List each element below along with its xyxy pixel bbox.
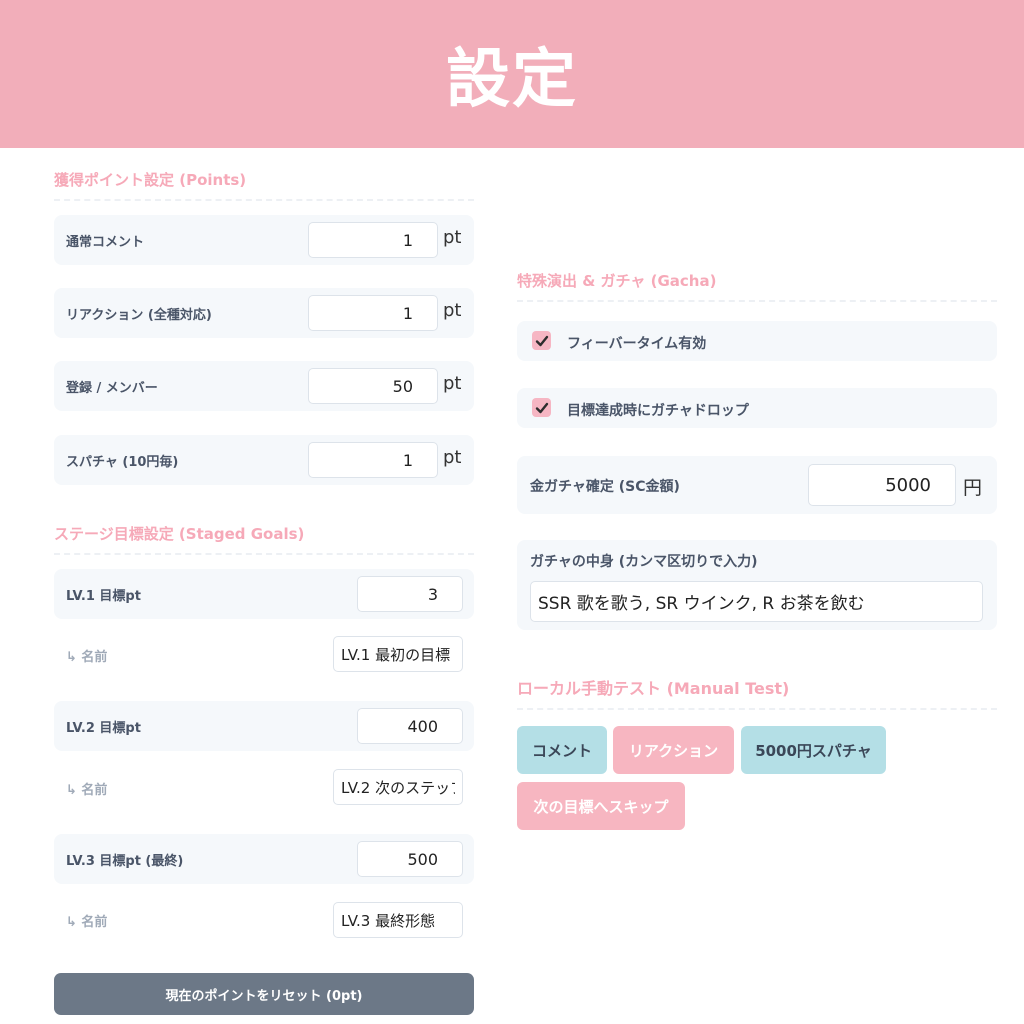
goal-lv1-name-label: ↳ 名前 [66,650,108,665]
goals-section-title: ステージ目標設定 (Staged Goals) [54,523,474,555]
goal-lv1-name-input[interactable] [333,636,463,672]
test-reaction-button[interactable]: リアクション [613,726,734,774]
fever-checkbox[interactable] [532,331,551,350]
gacha-section-title: 特殊演出 & ガチャ (Gacha) [517,270,997,302]
goal-row-lv3: LV.3 目標pt (最終) [54,834,474,884]
points-superchat-label: スパチャ (10円毎) [66,455,179,470]
points-row-reaction: リアクション (全種対応) pt [54,288,474,338]
points-reaction-label: リアクション (全種対応) [66,308,212,323]
points-member-label: 登録 / メンバー [66,381,158,396]
gacha-contents-input[interactable] [530,581,983,622]
goal-lv3-name-input[interactable] [333,902,463,938]
points-reaction-unit: pt [443,300,462,321]
goal-row-lv1: LV.1 目標pt [54,569,474,619]
manual-test-section-title: ローカル手動テスト (Manual Test) [517,675,997,710]
gacha-drop-toggle-row[interactable]: 目標達成時にガチャドロップ [517,388,997,428]
test-superchat-button[interactable]: 5000円スパチャ [741,726,886,774]
gacha-drop-checkbox[interactable] [532,398,551,417]
gold-gacha-input[interactable] [808,464,956,506]
gacha-drop-label: 目標達成時にガチャドロップ [567,403,749,419]
gold-gacha-label: 金ガチャ確定 (SC金額) [530,479,680,495]
goal-lv3-name-label: ↳ 名前 [66,915,108,930]
goal-lv1-input[interactable] [357,576,463,612]
fever-label: フィーバータイム有効 [567,336,707,352]
page-title: 設定 [446,43,578,117]
points-member-input[interactable] [308,368,438,404]
points-superchat-input[interactable] [308,442,438,478]
test-comment-button[interactable]: コメント [517,726,607,774]
reset-points-button[interactable]: 現在のポイントをリセット (0pt) [54,973,474,1015]
points-row-superchat: スパチャ (10円毎) pt [54,435,474,485]
points-superchat-unit: pt [443,447,462,468]
page-header: 設定 [0,0,1024,148]
goal-lv2-name-label: ↳ 名前 [66,783,108,798]
gold-gacha-row: 金ガチャ確定 (SC金額) 円 [517,456,997,514]
gacha-contents-row: ガチャの中身 (カンマ区切りで入力) [517,540,997,630]
points-comment-unit: pt [443,227,462,248]
points-comment-input[interactable] [308,222,438,258]
goal-lv1-label: LV.1 目標pt [66,589,141,604]
points-reaction-input[interactable] [308,295,438,331]
points-section-title: 獲得ポイント設定 (Points) [54,169,474,201]
checkmark-icon [535,402,548,413]
goal-lv3-input[interactable] [357,841,463,877]
points-row-member: 登録 / メンバー pt [54,361,474,411]
goal-lv2-label: LV.2 目標pt [66,721,141,736]
goal-lv2-name-input[interactable] [333,769,463,805]
goal-row-lv2: LV.2 目標pt [54,701,474,751]
test-skip-goal-button[interactable]: 次の目標へスキップ [517,782,685,830]
gold-gacha-unit: 円 [963,477,983,499]
gacha-contents-label: ガチャの中身 (カンマ区切りで入力) [530,554,758,570]
checkmark-icon [535,335,548,346]
fever-toggle-row[interactable]: フィーバータイム有効 [517,321,997,361]
points-row-comment: 通常コメント pt [54,215,474,265]
points-member-unit: pt [443,373,462,394]
goal-lv3-label: LV.3 目標pt (最終) [66,854,184,869]
points-comment-label: 通常コメント [66,235,145,250]
goal-lv2-input[interactable] [357,708,463,744]
